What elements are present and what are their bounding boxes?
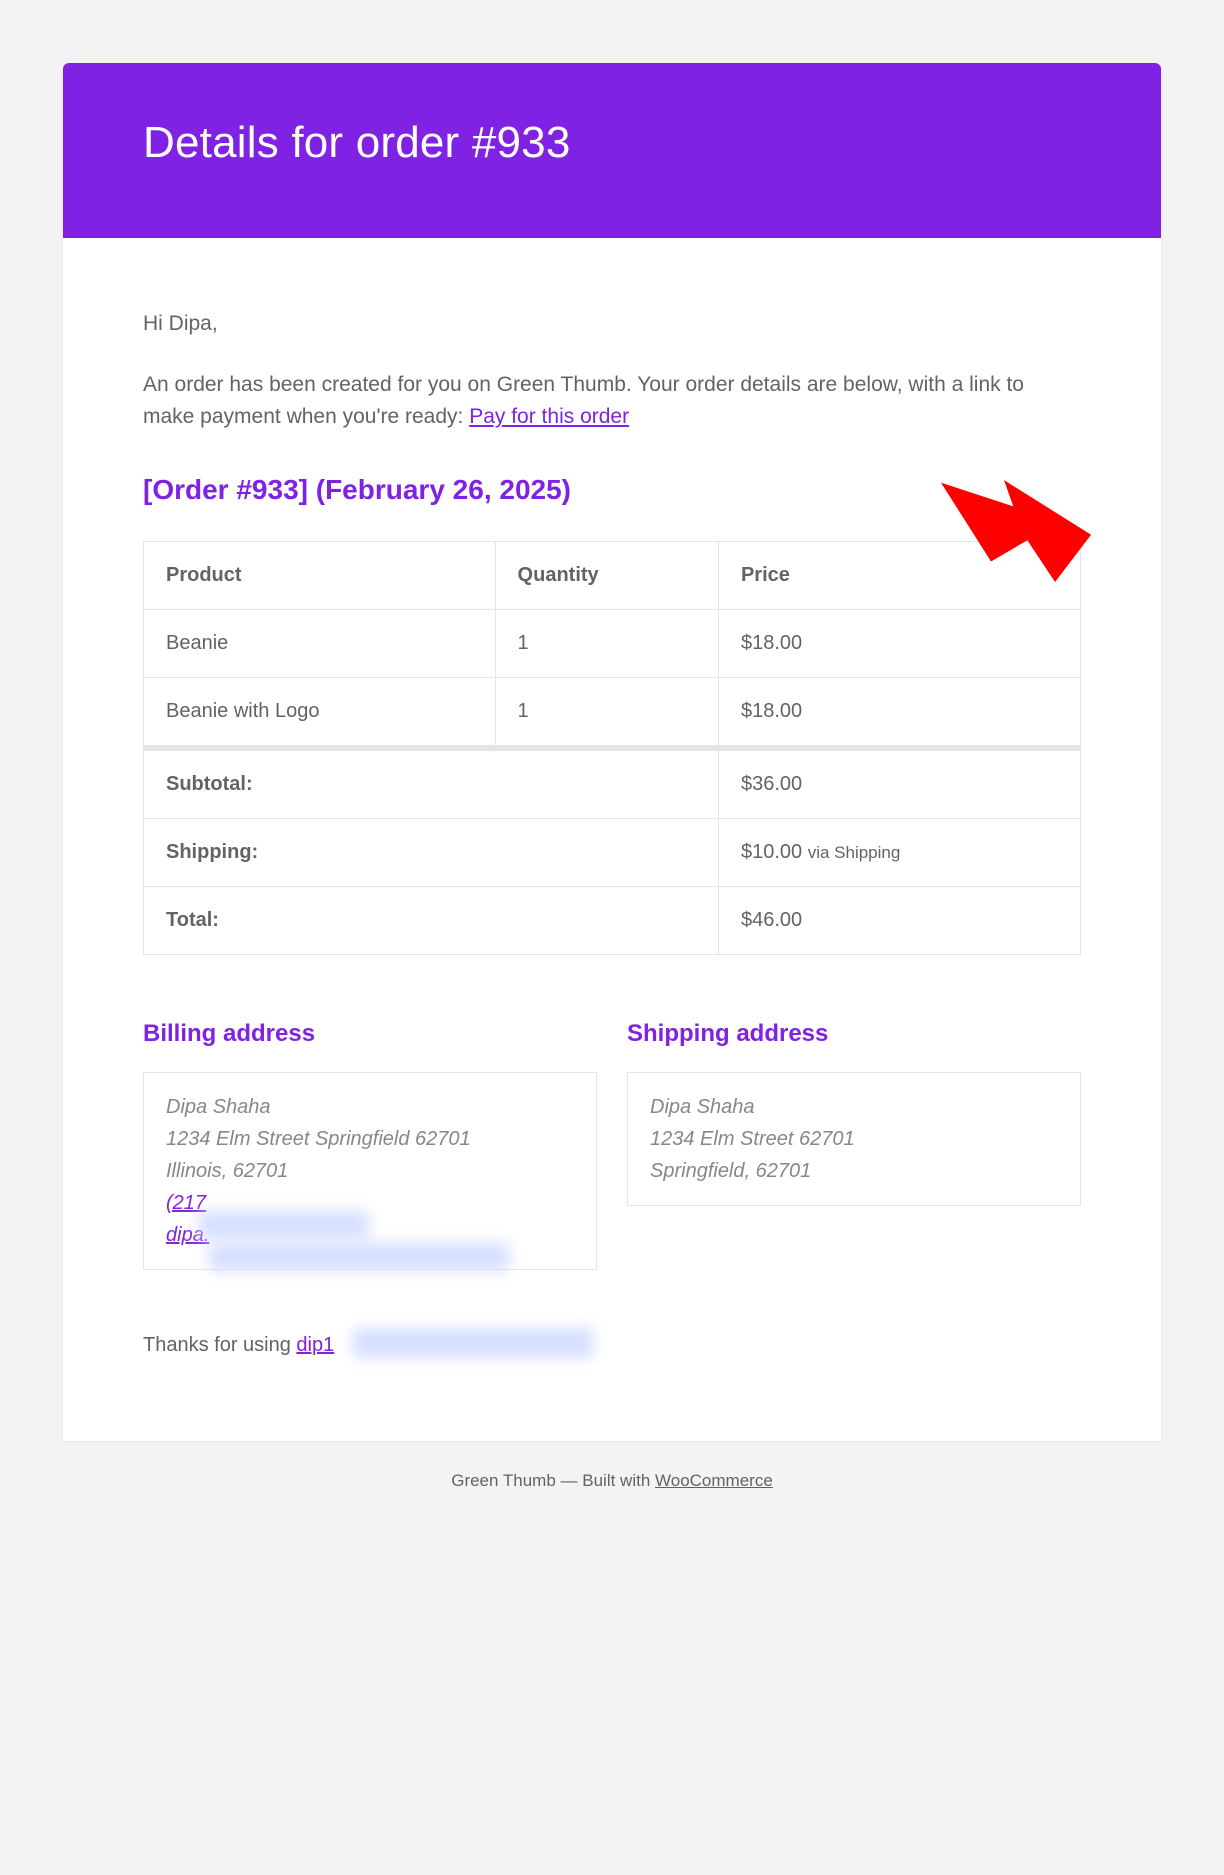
greeting-text: Hi Dipa, <box>143 308 1081 341</box>
table-row: Beanie 1 $18.00 <box>144 610 1081 678</box>
order-heading: [Order #933] (February 26, 2025) <box>143 468 1081 511</box>
cell-quantity: 1 <box>495 610 718 678</box>
table-row: Beanie with Logo 1 $18.00 <box>144 678 1081 749</box>
shipping-heading: Shipping address <box>627 1015 1081 1052</box>
subtotal-label: Subtotal: <box>144 748 719 819</box>
table-header-row: Product Quantity Price <box>144 542 1081 610</box>
shipping-note-text: via Shipping <box>808 843 901 862</box>
subtotal-value: $36.00 <box>718 748 1080 819</box>
shipping-row: Shipping: $10.00 via Shipping <box>144 819 1081 887</box>
total-label: Total: <box>144 887 719 955</box>
shipping-street: 1234 Elm Street 62701 <box>650 1123 1058 1155</box>
th-price: Price <box>718 542 1080 610</box>
shipping-value: $10.00 <box>741 841 802 863</box>
thanks-link[interactable]: dip1 <box>296 1334 334 1356</box>
billing-address-box: Dipa Shaha 1234 Elm Street Springfield 6… <box>143 1072 597 1270</box>
billing-email-link[interactable]: dipa. <box>166 1224 209 1246</box>
addresses-section: Billing address Dipa Shaha 1234 Elm Stre… <box>143 1015 1081 1270</box>
intro-text: An order has been created for you on Gre… <box>143 369 1081 434</box>
th-quantity: Quantity <box>495 542 718 610</box>
shipping-column: Shipping address Dipa Shaha 1234 Elm Str… <box>627 1015 1081 1270</box>
thanks-prefix: Thanks for using <box>143 1334 296 1356</box>
shipping-label: Shipping: <box>144 819 719 887</box>
shipping-name: Dipa Shaha <box>650 1091 1058 1123</box>
th-product: Product <box>144 542 496 610</box>
redaction-overlay <box>353 1328 593 1358</box>
email-footer: Green Thumb — Built with WooCommerce <box>63 1441 1161 1501</box>
footer-brand: Green Thumb <box>451 1471 556 1490</box>
cell-quantity: 1 <box>495 678 718 749</box>
billing-column: Billing address Dipa Shaha 1234 Elm Stre… <box>143 1015 597 1270</box>
total-row: Total: $46.00 <box>144 887 1081 955</box>
email-body: Hi Dipa, An order has been created for y… <box>63 238 1161 1441</box>
pay-for-order-link[interactable]: Pay for this order <box>469 405 629 428</box>
billing-street: 1234 Elm Street Springfield 62701 <box>166 1123 574 1155</box>
email-title: Details for order #933 <box>143 118 1081 168</box>
shipping-address-box: Dipa Shaha 1234 Elm Street 62701 Springf… <box>627 1072 1081 1206</box>
billing-name: Dipa Shaha <box>166 1091 574 1123</box>
cell-price: $18.00 <box>718 610 1080 678</box>
total-value: $46.00 <box>718 887 1080 955</box>
subtotal-row: Subtotal: $36.00 <box>144 748 1081 819</box>
billing-region: Illinois, 62701 <box>166 1155 574 1187</box>
shipping-region: Springfield, 62701 <box>650 1155 1058 1187</box>
cell-price: $18.00 <box>718 678 1080 749</box>
email-container: Details for order #933 Hi Dipa, An order… <box>63 63 1161 1441</box>
footer-separator: — Built with <box>556 1471 655 1490</box>
footer-platform-link[interactable]: WooCommerce <box>655 1471 773 1490</box>
email-header: Details for order #933 <box>63 63 1161 238</box>
cell-product: Beanie <box>144 610 496 678</box>
order-table: Product Quantity Price Beanie 1 $18.00 B… <box>143 541 1081 955</box>
cell-product: Beanie with Logo <box>144 678 496 749</box>
shipping-value-cell: $10.00 via Shipping <box>718 819 1080 887</box>
thanks-text: Thanks for using dip1 <box>143 1330 1081 1361</box>
billing-heading: Billing address <box>143 1015 597 1052</box>
billing-phone-link[interactable]: (217 <box>166 1192 206 1214</box>
